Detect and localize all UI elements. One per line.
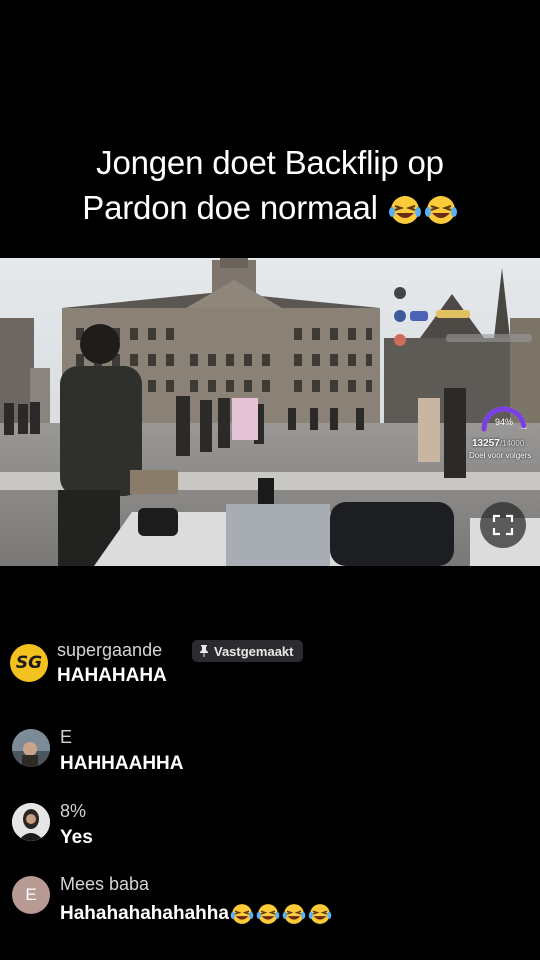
chat-username[interactable]: Mees baba — [60, 874, 149, 895]
chat-username[interactable]: 8% — [60, 801, 86, 822]
laughing-emoji-icon — [282, 904, 306, 924]
avatar[interactable] — [12, 803, 50, 841]
fullscreen-icon — [492, 514, 514, 536]
avatar[interactable] — [12, 729, 50, 767]
chat-text: Hahahahahahahha — [60, 903, 229, 925]
laughing-emoji-icon — [230, 904, 254, 924]
follower-goal-gauge: 94% — [481, 406, 527, 432]
goal-label: Doel voor volgers — [469, 451, 532, 460]
goal-count-row: 13257/14000 — [472, 438, 524, 449]
video-caption: Jongen doet Backflip op Pardon doe norma… — [0, 140, 540, 230]
laughing-emoji-icon — [256, 904, 280, 924]
chat-text: HAHHAAHHA — [60, 753, 184, 774]
video-frame-image — [0, 258, 540, 566]
caption-line-2: Pardon doe normaal — [0, 185, 540, 230]
video-player[interactable]: 94% 13257/14000 Doel voor volgers — [0, 258, 540, 566]
chat-text-row: Hahahahahahahha — [60, 903, 332, 925]
photo-avatar-icon — [12, 729, 50, 767]
chat-username[interactable]: E — [60, 727, 72, 748]
caption-line-1: Jongen doet Backflip op — [96, 144, 444, 181]
goal-percent: 94% — [495, 417, 513, 427]
fullscreen-button[interactable] — [480, 502, 526, 548]
pinned-label: Vastgemaakt — [214, 643, 294, 659]
avatar[interactable]: SG — [10, 644, 48, 682]
avatar[interactable]: E — [12, 876, 50, 914]
photo-avatar-icon — [12, 803, 50, 841]
laughing-emoji-icon — [424, 196, 457, 225]
avatar-initial: E — [25, 885, 37, 904]
pin-icon — [200, 645, 208, 657]
pinned-badge: Vastgemaakt — [192, 640, 303, 662]
caption-line-2-text: Pardon doe normaal — [82, 189, 378, 226]
chat-text: HAHAHAHA — [57, 665, 167, 686]
laughing-emoji-icon — [308, 904, 332, 924]
laughing-emoji-pair — [388, 195, 458, 225]
laughing-emoji-icon — [388, 196, 421, 225]
avatar-initials: SG — [15, 653, 43, 673]
goal-target: /14000 — [499, 439, 525, 448]
goal-count: 13257 — [472, 438, 500, 449]
laughing-emoji-row — [230, 903, 332, 925]
chat-text: Yes — [60, 827, 93, 848]
chat-username[interactable]: supergaande — [57, 640, 162, 661]
